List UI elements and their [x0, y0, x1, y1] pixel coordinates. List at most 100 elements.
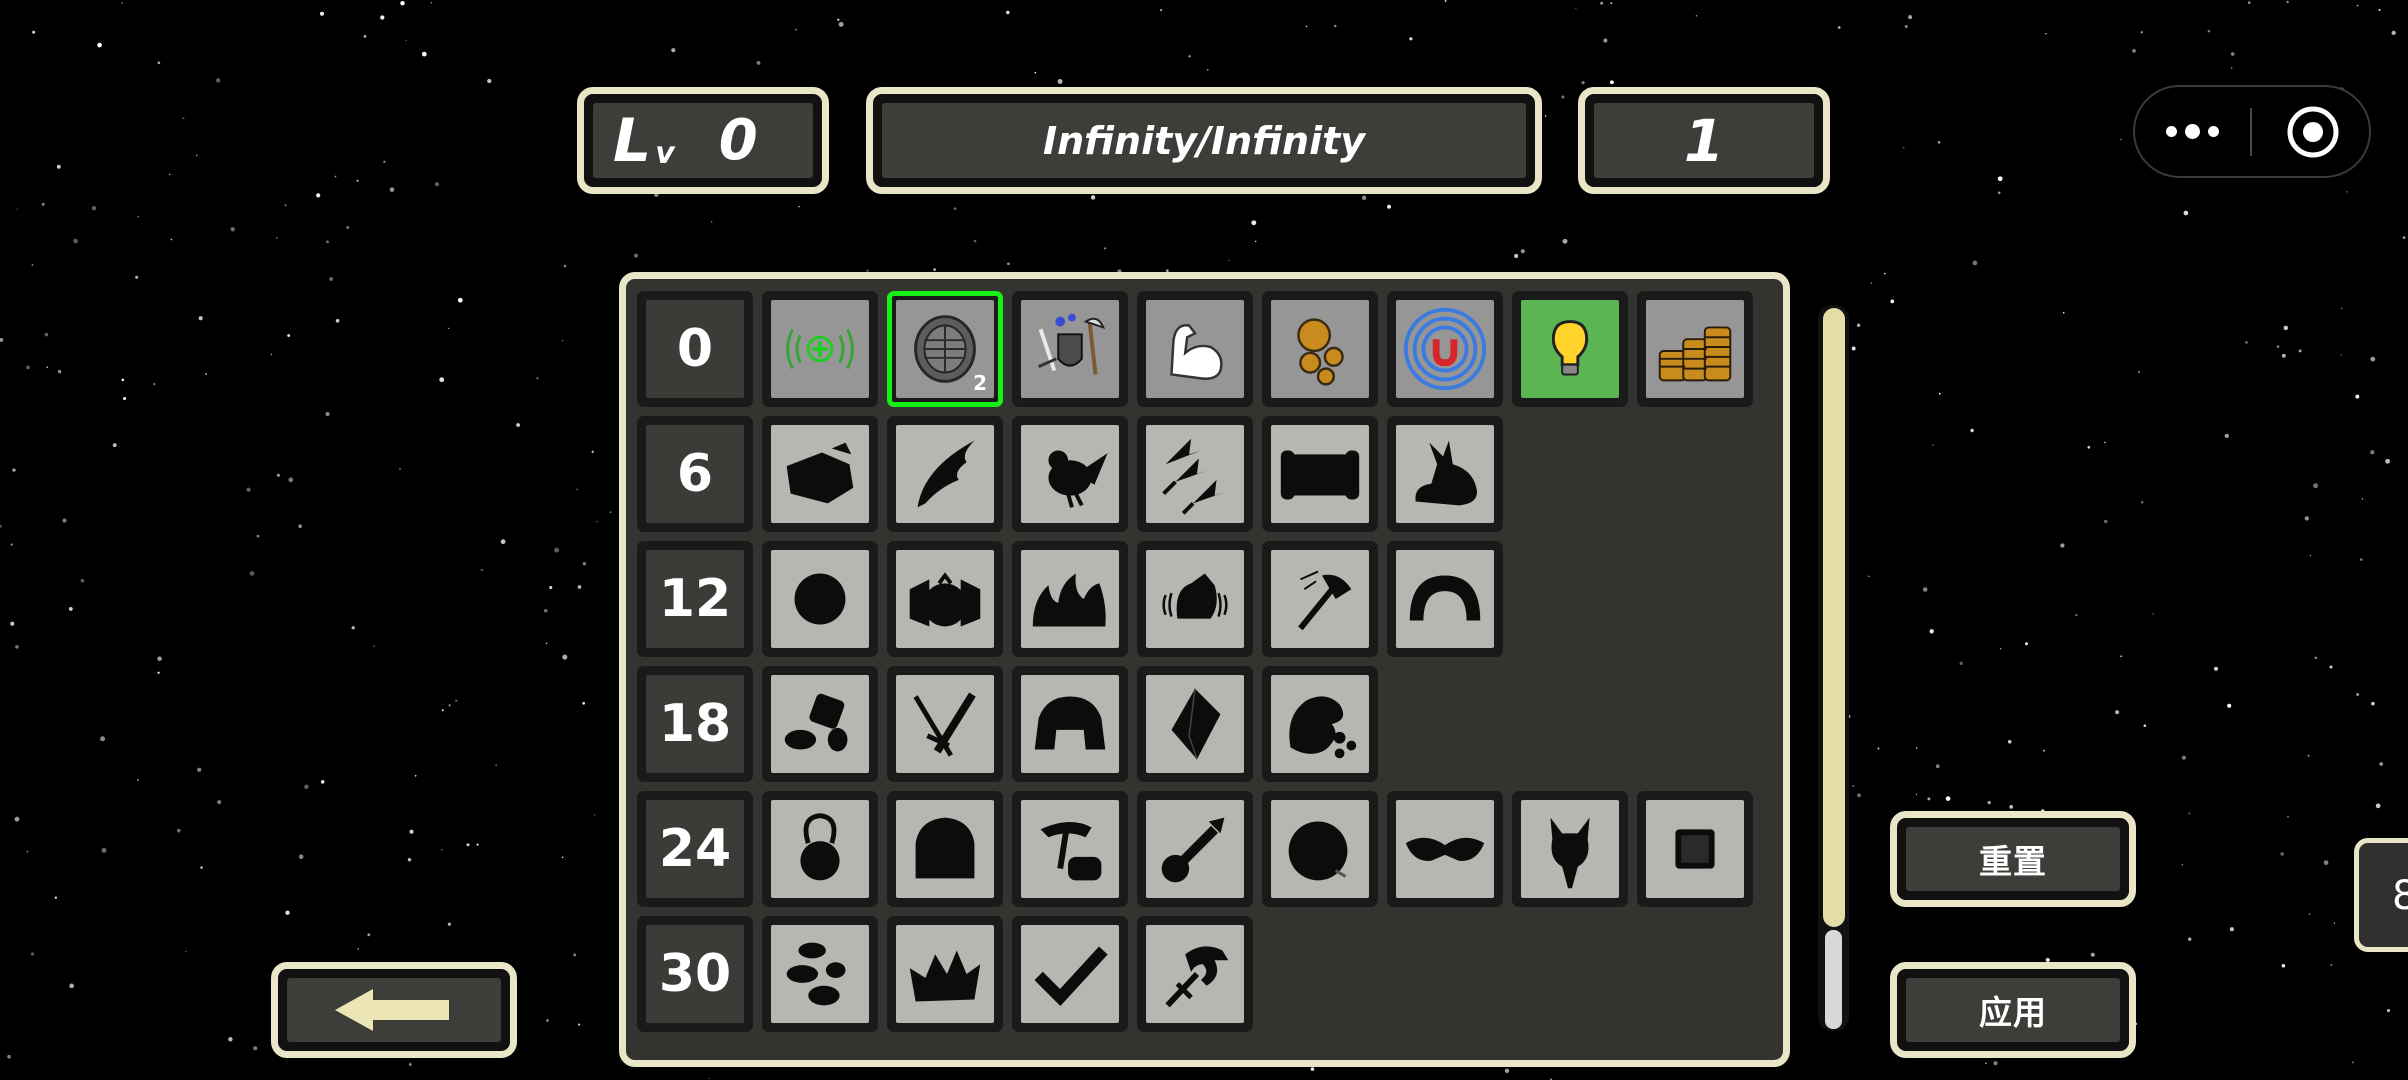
talent-card[interactable]	[1137, 666, 1253, 782]
hp-display: Infinity/Infinity	[866, 87, 1542, 194]
locked-mask-icon	[1405, 837, 1485, 861]
tier-row: 18	[637, 666, 1762, 782]
locked-crown-icon	[909, 950, 981, 1002]
talent-card[interactable]	[1137, 916, 1253, 1032]
locked-scroll-icon	[1280, 450, 1360, 500]
apply-button-label: 应用	[1906, 978, 2120, 1042]
close-target-button[interactable]	[2255, 87, 2371, 176]
locked-missiles-icon	[1162, 438, 1227, 515]
tier-label-text: 0	[646, 300, 744, 398]
tier-label: 30	[637, 916, 753, 1032]
talent-card[interactable]	[1012, 416, 1128, 532]
talent-card[interactable]	[762, 916, 878, 1032]
locked-arch-icon	[1409, 575, 1481, 621]
level-prefix: L	[613, 105, 652, 176]
strength-arm-icon	[1170, 324, 1223, 380]
talent-card[interactable]	[1137, 291, 1253, 407]
coin-stacks-icon	[1658, 326, 1732, 382]
talent-card[interactable]	[887, 541, 1003, 657]
talent-card[interactable]	[1512, 291, 1628, 407]
locked-hammer-icon	[1040, 822, 1102, 881]
level-prefix-sub: v	[655, 136, 675, 171]
locked-bomb-icon	[1288, 821, 1348, 881]
locked-stones-icon	[786, 942, 846, 1006]
talent-card[interactable]	[1012, 541, 1128, 657]
locked-orb-icon	[794, 573, 846, 625]
talent-card[interactable]	[1262, 666, 1378, 782]
locked-helmet-icon	[1034, 696, 1106, 750]
target-icon	[2287, 106, 2339, 157]
reset-button[interactable]: 重置	[1890, 811, 2136, 907]
locked-beast-icon	[1289, 696, 1357, 759]
side-peek-number: 8	[2392, 873, 2408, 919]
count-text: 1	[1594, 103, 1814, 178]
talent-card[interactable]	[1012, 291, 1128, 407]
talent-card[interactable]	[887, 791, 1003, 907]
talent-card[interactable]	[1512, 791, 1628, 907]
talent-card[interactable]	[762, 416, 878, 532]
talent-card[interactable]	[1137, 791, 1253, 907]
talent-card[interactable]	[1387, 541, 1503, 657]
talent-card[interactable]	[1387, 791, 1503, 907]
talent-grid-panel: 0 2 6 12 18 24 30	[619, 272, 1790, 1067]
lightbulb-icon	[1551, 320, 1589, 376]
talent-card[interactable]	[762, 291, 878, 407]
locked-swords-icon	[913, 692, 976, 757]
capsule-divider	[2250, 108, 2252, 156]
locked-gem-icon	[1171, 688, 1221, 760]
locked-dice-icon	[784, 693, 848, 752]
tier-row: 6	[637, 416, 1762, 532]
talent-card[interactable]	[1012, 666, 1128, 782]
back-button[interactable]	[271, 962, 517, 1058]
talent-card[interactable]	[1637, 291, 1753, 407]
talent-card[interactable]: 2	[887, 291, 1003, 407]
talent-card[interactable]	[1262, 291, 1378, 407]
tier-label: 0	[637, 291, 753, 407]
talent-card[interactable]	[887, 416, 1003, 532]
hp-text: Infinity/Infinity	[882, 103, 1526, 178]
tier-label-text: 24	[646, 800, 744, 898]
tier-label: 12	[637, 541, 753, 657]
talent-card[interactable]	[1637, 791, 1753, 907]
locked-club-icon	[1161, 817, 1225, 883]
scrollbar-thumb[interactable]	[1823, 308, 1845, 927]
magnet-icon	[1403, 307, 1487, 391]
talent-card[interactable]	[762, 791, 878, 907]
locked-check-icon	[1034, 946, 1108, 1007]
locked-flames-icon	[1032, 573, 1106, 627]
side-panel-peek[interactable]: 8	[2354, 838, 2408, 952]
talent-card[interactable]	[1012, 791, 1128, 907]
level-value: 0	[718, 108, 758, 173]
more-menu-button[interactable]	[2135, 87, 2250, 176]
stack-count-badge: 2	[973, 371, 987, 395]
tier-label: 24	[637, 791, 753, 907]
tier-label-text: 6	[646, 425, 744, 523]
tier-row: 02	[637, 291, 1762, 407]
tier-label-text: 18	[646, 675, 744, 773]
tier-row: 12	[637, 541, 1762, 657]
talent-card[interactable]	[1262, 416, 1378, 532]
talent-card[interactable]	[1387, 416, 1503, 532]
tier-label-text: 12	[646, 550, 744, 648]
locked-square-icon	[1675, 829, 1715, 869]
locked-hood-icon	[915, 817, 975, 879]
locked-axe-icon	[1298, 570, 1352, 631]
locked-dragon-icon	[1165, 946, 1229, 1008]
locked-demon-icon	[1550, 817, 1590, 889]
weapons-rack-icon	[1038, 313, 1106, 375]
talent-card[interactable]	[1262, 791, 1378, 907]
talent-card[interactable]	[762, 666, 878, 782]
talent-card[interactable]	[1137, 541, 1253, 657]
tier-row: 30	[637, 916, 1762, 1032]
tier-label: 18	[637, 666, 753, 782]
talent-card[interactable]	[762, 541, 878, 657]
talent-card[interactable]	[1387, 291, 1503, 407]
regen-heal-icon	[786, 328, 854, 370]
apply-button[interactable]: 应用	[1890, 962, 2136, 1058]
locked-bag-icon	[909, 572, 981, 627]
talent-card[interactable]	[1137, 416, 1253, 532]
talent-card[interactable]	[887, 916, 1003, 1032]
talent-card[interactable]	[1262, 541, 1378, 657]
talent-card[interactable]	[1012, 916, 1128, 1032]
talent-card[interactable]	[887, 666, 1003, 782]
